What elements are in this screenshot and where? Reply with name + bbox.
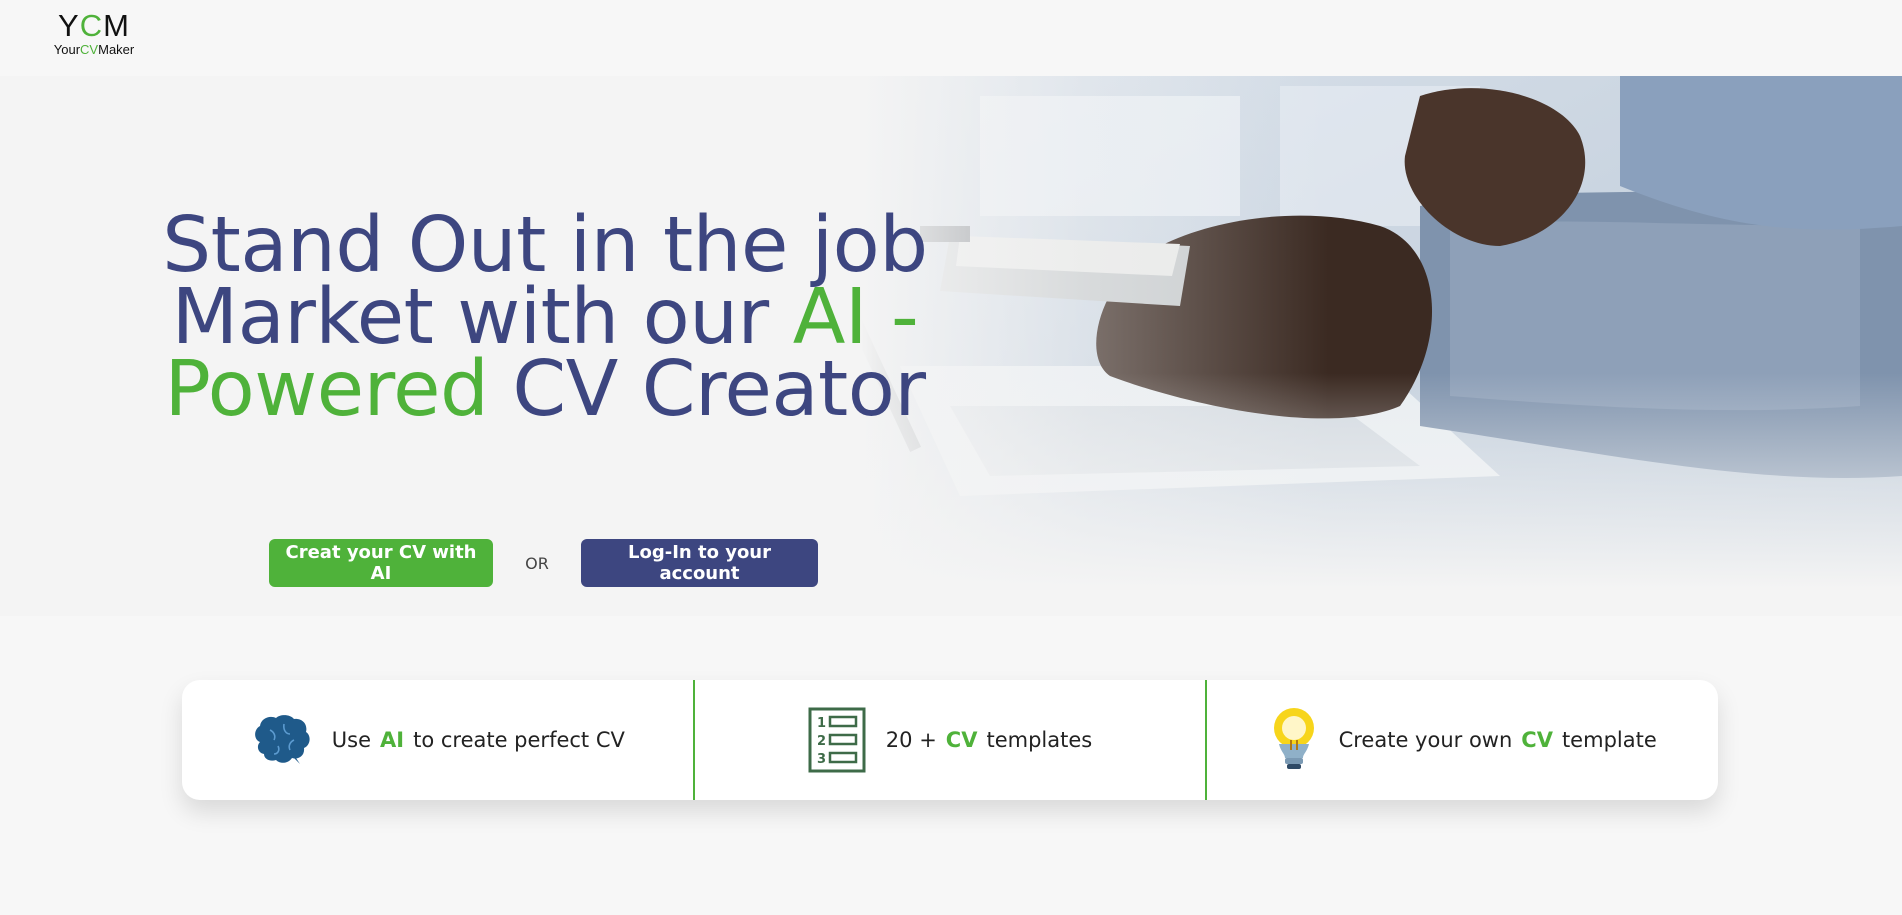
- hero-section: Stand Out in the job Market with our AI …: [0, 76, 1902, 616]
- brain-icon: [250, 712, 312, 768]
- feature-ai-text-before: Use: [331, 728, 372, 752]
- logo-letter-m: M: [103, 8, 130, 43]
- logo-letter-c: C: [79, 8, 104, 43]
- page: YCM YourCVMaker Stand Out in the job Mar…: [0, 0, 1902, 915]
- features-card: Use AI to create perfect CV 1 2 3 20 + C…: [182, 680, 1718, 800]
- feature-custom-accent: CV: [1521, 728, 1553, 752]
- logo-letter-y: Y: [58, 8, 80, 43]
- logo-sub-your: Your: [53, 42, 81, 57]
- login-button[interactable]: Log-In to your account: [581, 539, 818, 587]
- create-cv-button[interactable]: Creat your CV with AI: [269, 539, 493, 587]
- feature-ai: Use AI to create perfect CV: [182, 680, 693, 800]
- feature-templates-text-after: templates: [986, 728, 1093, 752]
- feature-ai-text-after: to create perfect CV: [413, 728, 625, 752]
- svg-text:3: 3: [817, 752, 826, 767]
- feature-templates-accent: CV: [945, 728, 978, 752]
- feature-custom-template: Create your own CV template: [1205, 680, 1718, 800]
- site-logo[interactable]: YCM YourCVMaker: [44, 10, 144, 58]
- feature-ai-accent: AI: [380, 728, 405, 752]
- lightbulb-icon: [1269, 706, 1319, 774]
- feature-custom-text-after: template: [1561, 728, 1657, 752]
- hero-headline: Stand Out in the job Market with our AI …: [30, 207, 1060, 428]
- svg-text:2: 2: [817, 734, 826, 749]
- cta-row: Creat your CV with AI OR Log-In to your …: [269, 539, 818, 587]
- feature-templates-text-before: 20 +: [885, 728, 937, 752]
- logo-subtitle: YourCVMaker: [44, 42, 144, 58]
- numbered-list-icon: 1 2 3: [808, 707, 866, 773]
- headline-text-end: CV Creator: [488, 344, 926, 434]
- logo-mark: YCM: [44, 10, 144, 42]
- feature-custom-text-before: Create your own: [1338, 728, 1513, 752]
- svg-text:1: 1: [817, 716, 826, 731]
- logo-sub-maker: Maker: [98, 42, 135, 57]
- logo-sub-cv: CV: [80, 42, 99, 57]
- or-separator: OR: [525, 553, 549, 573]
- feature-templates: 1 2 3 20 + CV templates: [692, 680, 1206, 800]
